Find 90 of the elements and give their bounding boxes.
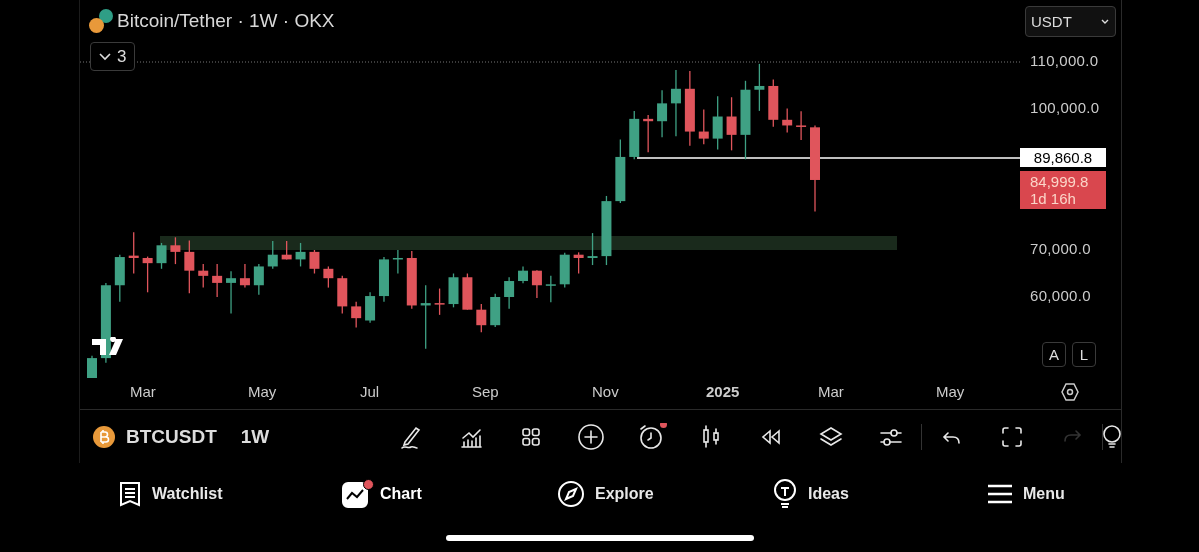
time-label: 2025 bbox=[706, 383, 740, 400]
indicators-toggle[interactable]: 3 bbox=[90, 42, 136, 71]
interval-label[interactable]: 1W bbox=[240, 425, 270, 448]
candle bbox=[226, 270, 237, 315]
candle bbox=[657, 89, 668, 138]
candle bbox=[573, 251, 584, 275]
notification-dot bbox=[660, 422, 668, 428]
candle bbox=[629, 110, 640, 160]
candle bbox=[587, 232, 598, 266]
plus-icon bbox=[577, 422, 606, 451]
candle bbox=[379, 256, 389, 303]
candle bbox=[462, 272, 473, 311]
coin-icon bbox=[93, 425, 115, 448]
candle bbox=[281, 240, 292, 261]
candle bbox=[754, 63, 765, 112]
time-label: Jul bbox=[360, 383, 380, 400]
candle bbox=[420, 284, 431, 350]
time-label: Mar bbox=[130, 383, 156, 400]
lightbulb-icon bbox=[772, 479, 798, 509]
price-label: 70,000.0 bbox=[1030, 240, 1091, 257]
lightbulb-icon bbox=[1103, 425, 1121, 448]
symbol-label[interactable]: BTCUSDT bbox=[126, 425, 217, 448]
candle bbox=[670, 69, 681, 137]
notification-dot bbox=[363, 479, 374, 490]
candle bbox=[796, 110, 807, 141]
candle bbox=[392, 249, 403, 275]
candle bbox=[184, 239, 195, 294]
candle bbox=[309, 249, 320, 275]
scale-button[interactable]: L bbox=[1072, 342, 1096, 367]
last-price: 84,999.8 bbox=[1030, 173, 1090, 190]
candle bbox=[643, 114, 654, 153]
candle bbox=[434, 287, 445, 316]
candle bbox=[170, 236, 181, 265]
candle bbox=[726, 96, 737, 151]
candle bbox=[504, 276, 515, 310]
candle bbox=[615, 138, 626, 204]
settings-icon[interactable] bbox=[1060, 382, 1080, 402]
compass-icon bbox=[557, 480, 585, 508]
menu-tab[interactable]: Menu bbox=[977, 483, 1192, 505]
candle bbox=[518, 265, 528, 284]
candle bbox=[198, 263, 209, 289]
candle bbox=[768, 78, 779, 128]
candle bbox=[559, 252, 570, 289]
ideas-tab[interactable]: Ideas bbox=[762, 479, 977, 509]
candle bbox=[490, 293, 501, 328]
currency-dropdown[interactable]: USDT bbox=[1025, 6, 1116, 37]
candle bbox=[531, 269, 542, 299]
candle bbox=[253, 263, 264, 296]
candle bbox=[351, 301, 362, 329]
chevron-down-icon bbox=[1101, 18, 1109, 25]
time-label: Nov bbox=[592, 383, 619, 400]
price-label: 110,000.0 bbox=[1030, 52, 1099, 69]
candle bbox=[337, 275, 348, 315]
candle bbox=[712, 95, 723, 151]
price-label: 100,000.0 bbox=[1030, 99, 1100, 116]
time-label: May bbox=[936, 383, 965, 400]
price-marker: 89,860.8 bbox=[1020, 148, 1106, 167]
time-label: May bbox=[248, 383, 277, 400]
chart-tab[interactable]: Chart bbox=[332, 480, 547, 508]
coin-icon bbox=[89, 9, 113, 33]
candle bbox=[239, 263, 250, 289]
candle bbox=[406, 250, 417, 310]
candle bbox=[87, 355, 97, 378]
menu-icon bbox=[987, 483, 1013, 505]
candle bbox=[782, 107, 793, 134]
countdown: 1d 16h bbox=[1030, 190, 1077, 207]
candle bbox=[212, 263, 223, 298]
scale-button[interactable]: A bbox=[1042, 342, 1066, 367]
chevron-down-icon bbox=[99, 52, 111, 61]
time-label: Sep bbox=[472, 383, 499, 400]
candle bbox=[365, 291, 376, 324]
explore-tab[interactable]: Explore bbox=[547, 480, 762, 508]
candle bbox=[698, 108, 709, 145]
chart-title: Bitcoin/Tether · 1W · OKX bbox=[117, 10, 335, 32]
candle bbox=[295, 242, 306, 268]
candle bbox=[545, 275, 556, 303]
document-icon bbox=[118, 481, 142, 507]
candle bbox=[323, 265, 334, 289]
candle bbox=[267, 240, 278, 270]
candle bbox=[142, 255, 153, 293]
watchlist-tab[interactable]: Watchlist bbox=[108, 481, 332, 507]
time-label: Mar bbox=[818, 383, 844, 400]
candle bbox=[601, 195, 612, 266]
candle bbox=[156, 242, 167, 270]
price-label: 60,000.0 bbox=[1030, 287, 1091, 304]
candle bbox=[448, 272, 459, 308]
candle bbox=[128, 231, 139, 275]
candle bbox=[114, 254, 125, 303]
chart-icon bbox=[342, 480, 370, 508]
candle bbox=[476, 303, 487, 333]
